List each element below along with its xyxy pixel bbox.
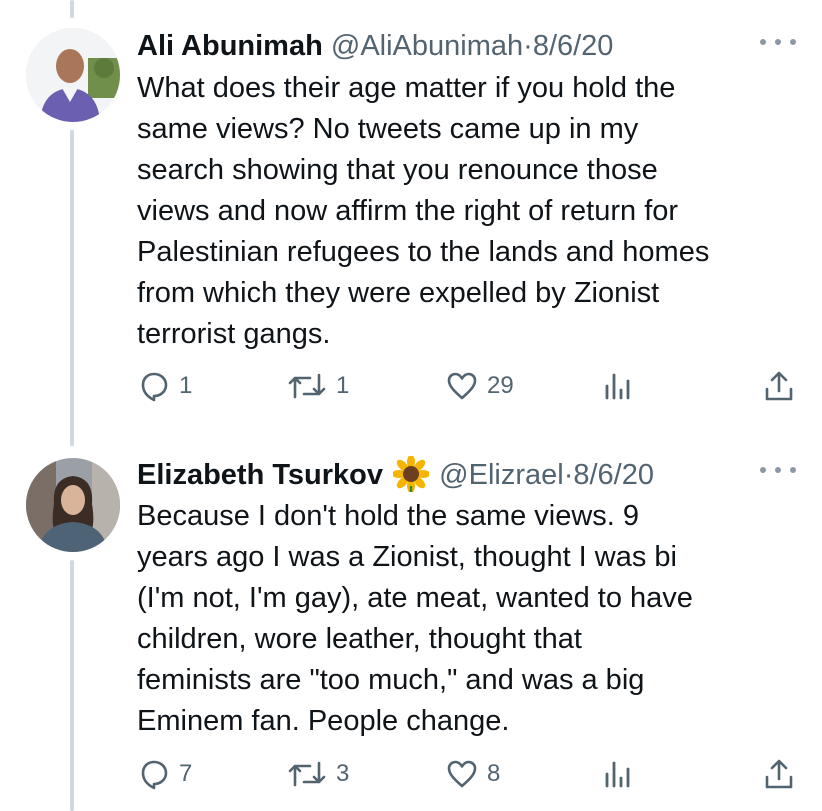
share-button[interactable] [762, 756, 796, 792]
tweet-actions: 1 1 29 [0, 368, 822, 404]
retweet-count: 3 [336, 760, 350, 787]
like-button[interactable]: 8 [445, 756, 500, 792]
avatar[interactable] [26, 458, 120, 552]
reply-button[interactable]: 1 [137, 368, 192, 404]
sunflower-emoji [393, 456, 430, 492]
retweet-count: 1 [336, 372, 350, 399]
more-icon[interactable] [760, 458, 796, 482]
analytics-icon [605, 373, 630, 400]
reply-icon [141, 760, 168, 790]
like-count: 8 [487, 760, 501, 787]
retweet-icon [288, 373, 326, 399]
reply-count: 7 [179, 760, 193, 787]
heart-icon [447, 760, 477, 788]
author-name[interactable]: Ali Abunimah [137, 30, 323, 62]
author-handle[interactable]: @Elizrael [439, 459, 564, 491]
like-count: 29 [487, 372, 514, 399]
share-icon [765, 371, 793, 401]
thread-line-top [70, 0, 74, 18]
tweet-date[interactable]: 8/6/20 [573, 459, 654, 491]
author-name[interactable]: Elizabeth Tsurkov [137, 459, 383, 491]
reply-icon [141, 372, 168, 402]
retweet-button[interactable]: 1 [286, 368, 349, 404]
like-button[interactable]: 29 [445, 368, 514, 404]
share-icon [765, 759, 793, 789]
tweet-actions: 7 3 8 [0, 756, 822, 792]
tweet[interactable]: Elizabeth Tsurkov @Elizrael·8/6/20 Becau… [0, 456, 822, 811]
share-button[interactable] [762, 368, 796, 404]
analytics-icon [605, 761, 630, 788]
tweet-date[interactable]: 8/6/20 [533, 30, 614, 62]
tweet-text: Because I don't hold the same views. 9 y… [137, 500, 693, 737]
heart-icon [447, 372, 477, 400]
retweet-button[interactable]: 3 [286, 756, 349, 792]
reply-button[interactable]: 7 [137, 756, 192, 792]
retweet-icon [288, 761, 326, 787]
reply-count: 1 [179, 372, 193, 399]
more-icon[interactable] [760, 30, 796, 54]
tweet-header: Elizabeth Tsurkov @Elizrael·8/6/20 [137, 456, 654, 493]
analytics-button[interactable] [600, 368, 634, 404]
author-handle[interactable]: @AliAbunimah [331, 30, 523, 62]
separator-dot: · [523, 30, 533, 62]
analytics-button[interactable] [600, 756, 634, 792]
tweet-text: What does their age matter if you hold t… [137, 72, 710, 350]
avatar[interactable] [26, 28, 120, 122]
tweet[interactable]: Ali Abunimah @AliAbunimah·8/6/20 What do… [0, 28, 822, 428]
separator-dot: · [563, 459, 574, 491]
tweet-header: Ali Abunimah @AliAbunimah·8/6/20 [137, 28, 613, 64]
